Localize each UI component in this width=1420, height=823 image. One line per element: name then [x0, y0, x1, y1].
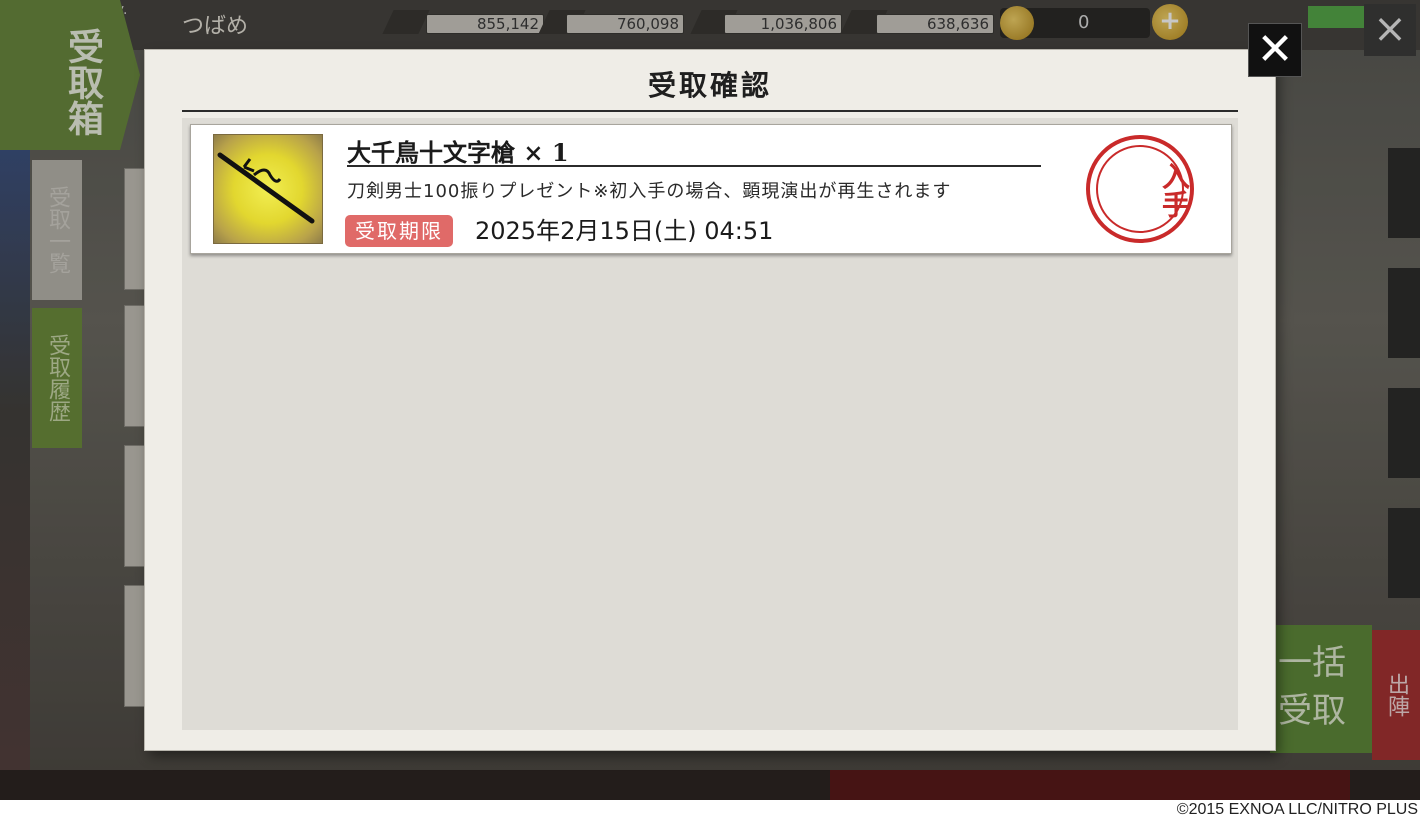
acquired-stamp: 入手 — [1086, 135, 1194, 243]
item-description: 刀剣男士100振りプレゼント※初入手の場合、顕現演出が再生されます — [347, 181, 952, 202]
receive-confirm-dialog: 受取確認 大千鳥十文字槍 × 1 刀剣男士100振りプレゼント※初入手の場合、顕… — [145, 50, 1275, 750]
list-item: 大千鳥十文字槍 × 1 刀剣男士100振りプレゼント※初入手の場合、顕現演出が再… — [190, 124, 1232, 254]
dialog-content: 大千鳥十文字槍 × 1 刀剣男士100振りプレゼント※初入手の場合、顕現演出が再… — [182, 118, 1238, 730]
close-icon: ✕ — [1256, 24, 1294, 75]
stamp-label: 入手 — [1158, 162, 1191, 218]
deadline-date: 2025年2月15日(土) 04:51 — [475, 217, 774, 245]
item-name: 大千鳥十文字槍 × 1 — [347, 138, 569, 167]
deadline-badge: 受取期限 — [345, 215, 453, 247]
item-divider — [347, 165, 1041, 167]
spear-icon — [217, 152, 315, 224]
copyright: ©2015 EXNOA LLC/NITRO PLUS — [1176, 801, 1418, 818]
dialog-title: 受取確認 — [647, 69, 772, 102]
title-divider — [182, 110, 1238, 112]
item-thumbnail — [213, 134, 323, 244]
close-button[interactable]: ✕ — [1248, 23, 1302, 77]
game-screen: Lv. つばめ 855,142 760,098 1,036,806 638,63… — [0, 0, 1420, 800]
